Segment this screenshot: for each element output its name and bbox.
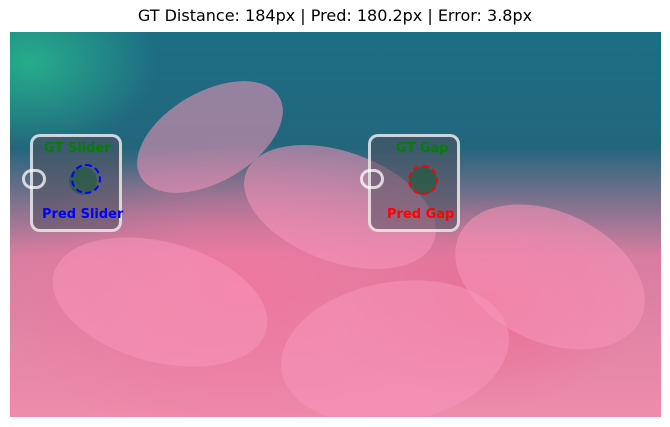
gt-gap-label: GT Gap bbox=[396, 141, 449, 156]
pred-slider-label: Pred Slider bbox=[42, 207, 124, 222]
gt-slider-label: GT Slider bbox=[44, 141, 111, 156]
pred-slider-marker bbox=[71, 164, 101, 194]
pred-gap-marker bbox=[408, 165, 438, 195]
slider-piece-notch bbox=[22, 169, 46, 189]
captcha-image: GT Slider Pred Slider GT Gap Pred Gap bbox=[10, 32, 661, 417]
petal bbox=[38, 215, 282, 389]
figure-title: GT Distance: 184px | Pred: 180.2px | Err… bbox=[137, 6, 533, 25]
gap-piece-notch bbox=[360, 169, 384, 189]
pred-gap-label: Pred Gap bbox=[387, 207, 455, 222]
